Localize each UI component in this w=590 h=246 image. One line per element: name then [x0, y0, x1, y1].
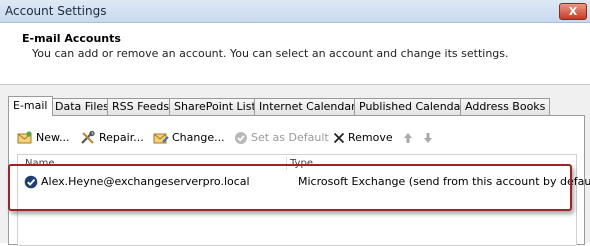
tab-rss-feeds[interactable]: RSS Feeds: [107, 98, 175, 115]
set-default-button-label: Set as Default: [251, 131, 329, 144]
check-circle-icon: [235, 132, 247, 144]
section-heading: E-mail Accounts: [22, 32, 121, 45]
account-row[interactable]: Alex.Heyne@exchangeserverpro.local Micro…: [20, 173, 590, 191]
move-down-button[interactable]: [423, 129, 433, 147]
column-header-type[interactable]: Type: [290, 155, 313, 171]
title-bar: Account Settings X: [0, 0, 590, 23]
arrow-up-icon: [404, 133, 412, 143]
new-button[interactable]: New...: [17, 129, 69, 147]
new-button-label: New...: [36, 131, 70, 144]
tab-data-files[interactable]: Data Files: [50, 98, 114, 115]
tab-address-books[interactable]: Address Books: [460, 98, 551, 115]
arrow-down-icon: [424, 133, 432, 143]
change-button-label: Change...: [172, 131, 225, 144]
account-name: Alex.Heyne@exchangeserverpro.local: [41, 175, 250, 188]
tab-sharepoint-lists[interactable]: SharePoint Lists: [169, 98, 267, 115]
change-account-icon: [153, 133, 169, 144]
move-up-button[interactable]: [403, 129, 413, 147]
repair-button[interactable]: Repair...: [80, 129, 144, 147]
window-title: Account Settings: [5, 4, 107, 18]
tab-email[interactable]: E-mail: [8, 96, 53, 116]
header-area: E-mail Accounts You can add or remove an…: [0, 23, 590, 83]
remove-button-label: Remove: [348, 131, 393, 144]
repair-button-label: Repair...: [99, 131, 144, 144]
tools-icon: [81, 131, 95, 144]
remove-button[interactable]: Remove: [333, 129, 393, 147]
set-default-button[interactable]: Set as Default: [234, 129, 329, 147]
email-tab-panel: New... Repair... Change... Set as Defaul…: [8, 115, 590, 246]
close-button[interactable]: X: [559, 3, 587, 20]
close-icon: X: [568, 5, 578, 18]
tab-published-calendars[interactable]: Published Calendars: [354, 98, 476, 115]
default-account-check-icon: [24, 175, 38, 189]
section-description: You can add or remove an account. You ca…: [32, 47, 509, 60]
content-area: E-mail Data Files RSS Feeds SharePoint L…: [0, 84, 590, 246]
column-header-name[interactable]: Name: [25, 155, 55, 171]
new-account-icon: [17, 131, 32, 144]
remove-x-icon: [333, 132, 345, 144]
change-button[interactable]: Change...: [153, 129, 225, 147]
tab-internet-calendars[interactable]: Internet Calendars: [254, 98, 367, 115]
account-list: Name Type Alex.Heyne@exchangeserverpro.l…: [17, 154, 590, 246]
column-separator: [286, 157, 287, 170]
account-type: Microsoft Exchange (send from this accou…: [298, 175, 590, 188]
